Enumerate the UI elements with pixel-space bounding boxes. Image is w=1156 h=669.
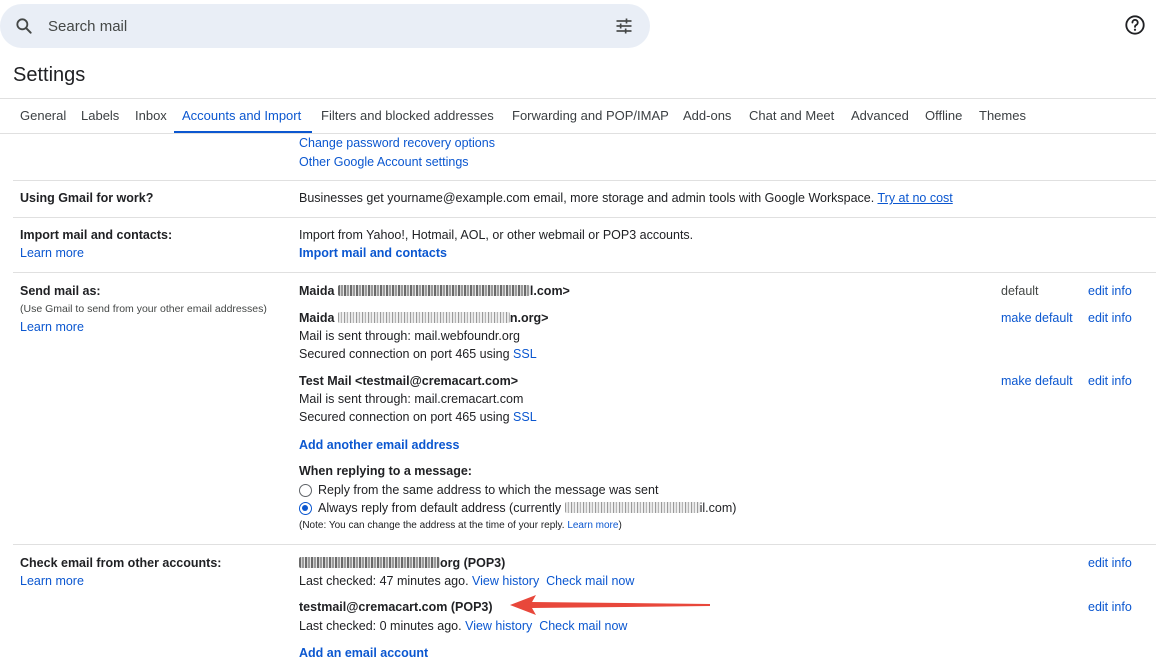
tab-accounts-and-import[interactable]: Accounts and Import	[182, 108, 301, 123]
import-mail-text: Import from Yahoo!, Hotmail, AOL, or oth…	[299, 228, 694, 242]
tab-offline[interactable]: Offline	[925, 108, 962, 123]
send-address-3-security: Secured connection on port 465 using SSL	[299, 410, 537, 424]
check-email-label: Check email from other accounts:	[20, 556, 222, 570]
try-at-no-cost-link[interactable]: Try at no cost	[877, 191, 952, 205]
change-password-recovery-link[interactable]: Change password recovery options	[299, 136, 495, 150]
redacted-text	[299, 557, 440, 568]
row-divider	[13, 180, 1156, 181]
page-title: Settings	[13, 64, 86, 86]
send-address-2-server: Mail is sent through: mail.webfoundr.org	[299, 329, 520, 343]
import-learn-more-link[interactable]: Learn more	[20, 246, 84, 260]
reply-same-address-label: Reply from the same address to which the…	[318, 483, 659, 497]
check-mail-now-link[interactable]: Check mail now	[539, 619, 627, 633]
other-google-account-settings-link[interactable]: Other Google Account settings	[299, 155, 469, 169]
reply-default-address-label: Always reply from default address (curre…	[318, 501, 737, 515]
pop3-account-1-status: Last checked: 47 minutes ago. View histo…	[299, 574, 635, 588]
ssl-link[interactable]: SSL	[513, 347, 537, 361]
redacted-text	[564, 502, 700, 513]
search-input[interactable]	[48, 4, 568, 48]
tab-general[interactable]: General	[20, 108, 66, 123]
send-mail-as-label: Send mail as:	[20, 284, 101, 298]
gmail-for-work-label: Using Gmail for work?	[20, 191, 154, 205]
tune-icon[interactable]	[614, 16, 634, 36]
view-history-link[interactable]: View history	[465, 619, 532, 633]
replying-heading: When replying to a message:	[299, 464, 472, 478]
edit-info-link[interactable]: edit info	[1088, 284, 1132, 298]
tab-chat-and-meet[interactable]: Chat and Meet	[749, 108, 834, 123]
view-history-link[interactable]: View history	[472, 574, 539, 588]
send-address-2-security: Secured connection on port 465 using SSL	[299, 347, 537, 361]
tab-forwarding-and-pop-imap[interactable]: Forwarding and POP/IMAP	[512, 108, 669, 123]
active-tab-indicator	[174, 131, 312, 133]
send-mail-learn-more-link[interactable]: Learn more	[20, 320, 84, 334]
tab-themes[interactable]: Themes	[979, 108, 1026, 123]
tab-inbox[interactable]: Inbox	[135, 108, 167, 123]
gmail-for-work-text: Businesses get yourname@example.com emai…	[299, 191, 953, 205]
edit-info-link[interactable]: edit info	[1088, 374, 1132, 388]
send-address-2: Maida n.org>	[299, 311, 549, 325]
settings-tabs: General Labels Inbox Accounts and Import…	[0, 98, 1156, 134]
row-divider	[13, 217, 1156, 218]
edit-info-link[interactable]: edit info	[1088, 600, 1132, 614]
search-icon[interactable]	[14, 16, 34, 36]
add-an-email-account-button[interactable]: Add an email account	[299, 646, 428, 660]
add-another-email-address-button[interactable]: Add another email address	[299, 438, 459, 452]
tab-advanced[interactable]: Advanced	[851, 108, 909, 123]
reply-note: (Note: You can change the address at the…	[299, 520, 622, 531]
redacted-text	[337, 312, 510, 323]
reply-same-address-radio[interactable]	[299, 484, 312, 497]
reply-default-address-radio[interactable]	[299, 502, 312, 515]
import-mail-and-contacts-button[interactable]: Import mail and contacts	[299, 246, 447, 260]
send-mail-as-sublabel: (Use Gmail to send from your other email…	[20, 303, 267, 315]
pop3-account-2-status: Last checked: 0 minutes ago. View histor…	[299, 619, 628, 633]
check-email-learn-more-link[interactable]: Learn more	[20, 574, 84, 588]
make-default-link[interactable]: make default	[1001, 311, 1073, 325]
row-divider	[13, 544, 1156, 545]
redacted-text	[337, 285, 530, 296]
check-mail-now-link[interactable]: Check mail now	[546, 574, 634, 588]
import-mail-label: Import mail and contacts:	[20, 228, 173, 242]
help-icon[interactable]	[1124, 14, 1146, 36]
tab-filters-and-blocked-addresses[interactable]: Filters and blocked addresses	[321, 108, 494, 123]
send-address-3: Test Mail <testmail@cremacart.com>	[299, 374, 519, 388]
pop3-account-1: org (POP3)	[299, 556, 505, 570]
search-bar[interactable]	[0, 4, 650, 48]
tab-labels[interactable]: Labels	[81, 108, 119, 123]
edit-info-link[interactable]: edit info	[1088, 311, 1132, 325]
ssl-link[interactable]: SSL	[513, 410, 537, 424]
send-address-1: Maida l.com>	[299, 284, 570, 298]
default-status-label: default	[1001, 284, 1039, 298]
arrow-annotation	[510, 595, 710, 615]
row-divider	[13, 272, 1156, 273]
send-address-3-server: Mail is sent through: mail.cremacart.com	[299, 392, 524, 406]
make-default-link[interactable]: make default	[1001, 374, 1073, 388]
pop3-account-2: testmail@cremacart.com (POP3)	[299, 600, 493, 614]
edit-info-link[interactable]: edit info	[1088, 556, 1132, 570]
tab-add-ons[interactable]: Add-ons	[683, 108, 731, 123]
reply-note-learn-more-link[interactable]: Learn more	[567, 520, 618, 531]
